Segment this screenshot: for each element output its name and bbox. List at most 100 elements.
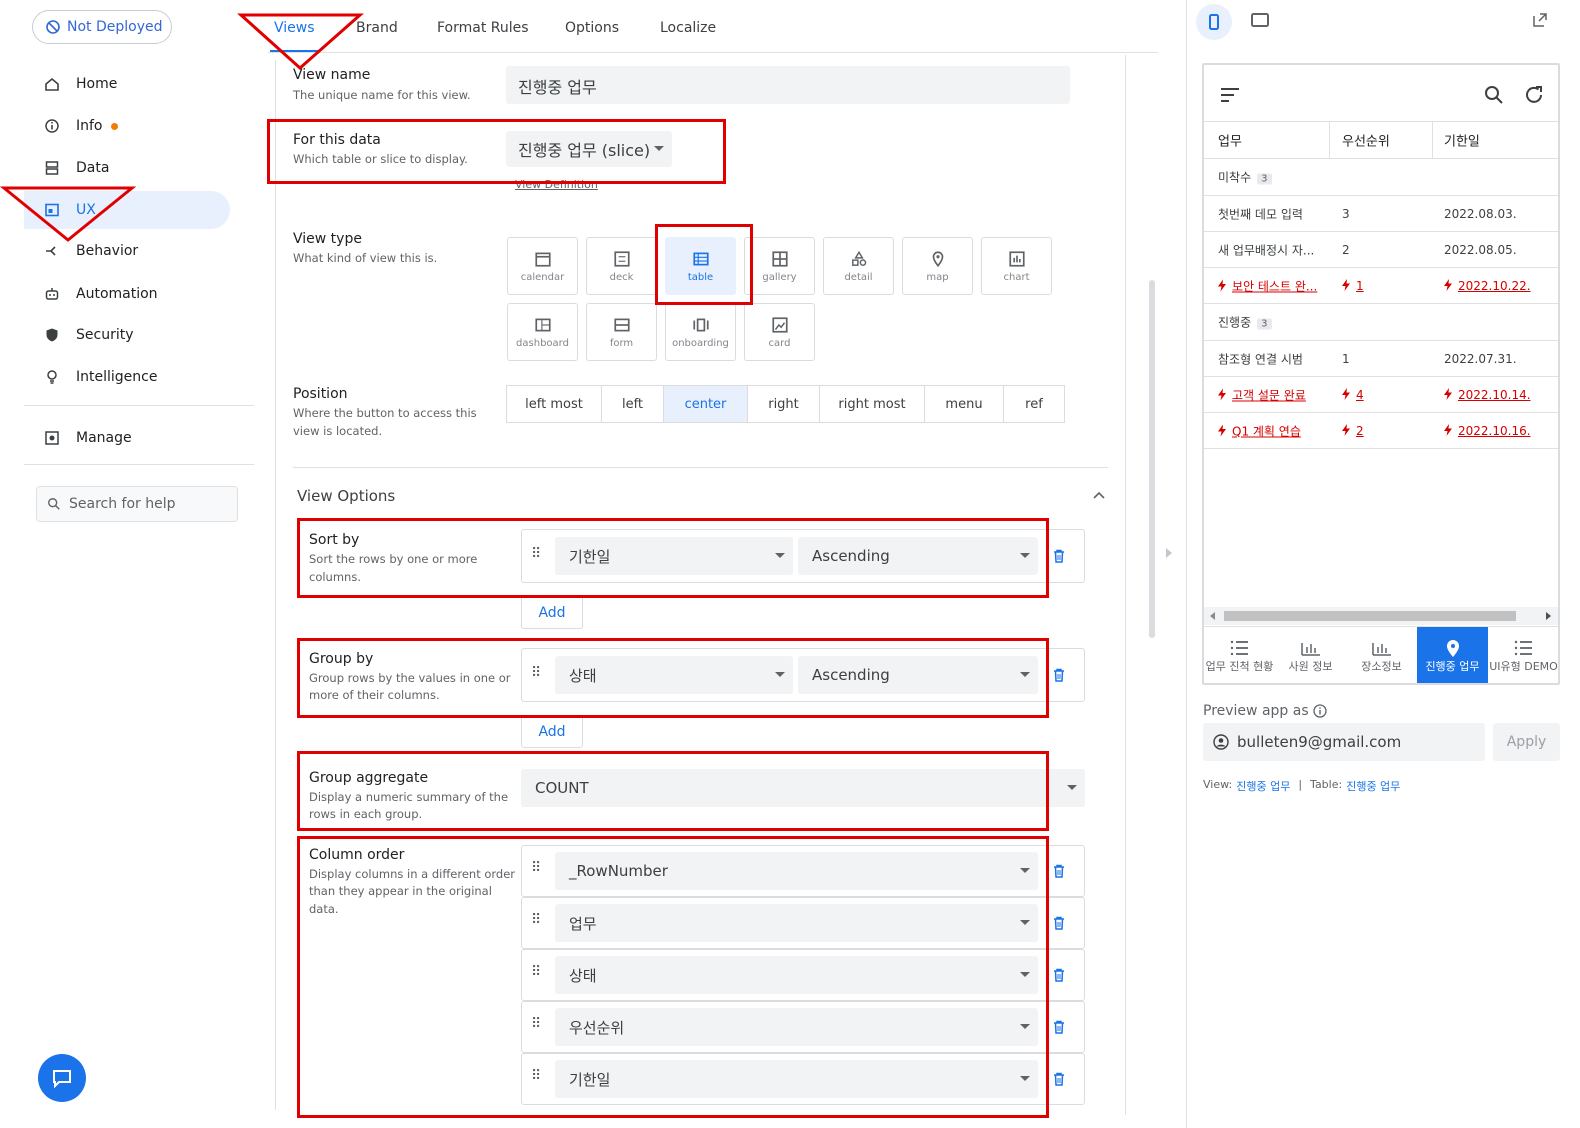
tablet-icon[interactable] bbox=[1251, 13, 1269, 27]
form-icon bbox=[613, 318, 630, 331]
apply-button[interactable]: Apply bbox=[1493, 723, 1560, 761]
column-header[interactable]: 기한일 bbox=[1444, 131, 1480, 150]
nav-item-behavior[interactable]: Behavior bbox=[24, 232, 230, 270]
table-row[interactable]: 첫번째 데모 입력 3 2022.08.03. bbox=[1204, 196, 1558, 232]
open-new-window-icon[interactable] bbox=[1532, 12, 1548, 28]
view-type-label: map bbox=[926, 271, 949, 283]
group-add-button[interactable]: Add bbox=[521, 716, 583, 748]
group-header-row[interactable]: 미착수 3 bbox=[1204, 159, 1558, 196]
position-center[interactable]: center bbox=[663, 385, 748, 423]
deploy-status-button[interactable]: Not Deployed bbox=[32, 10, 172, 44]
bottom-nav-item[interactable]: 장소정보 bbox=[1346, 627, 1417, 683]
view-type-chart[interactable]: chart bbox=[981, 237, 1052, 295]
scrollbar-thumb[interactable] bbox=[1224, 611, 1516, 621]
tab-brand[interactable]: Brand bbox=[356, 20, 398, 36]
view-type-gallery[interactable]: gallery bbox=[744, 237, 815, 295]
view-type-desc: What kind of view this is. bbox=[293, 251, 438, 265]
position-left[interactable]: left bbox=[601, 385, 664, 423]
delete-icon[interactable] bbox=[1051, 1019, 1067, 1035]
lightning-icon bbox=[1342, 423, 1350, 436]
table-row[interactable]: Q1 계획 연습 2 2022.10.16. bbox=[1204, 413, 1558, 449]
column-header[interactable]: 업무 bbox=[1218, 131, 1242, 150]
view-type-deck[interactable]: deck bbox=[586, 237, 657, 295]
table-cell-text: 2022.08.05. bbox=[1444, 242, 1517, 257]
nav-item-intelligence[interactable]: Intelligence bbox=[24, 358, 230, 396]
device-mobile-button[interactable] bbox=[1196, 4, 1232, 40]
main-scrollbar[interactable] bbox=[1149, 280, 1155, 638]
view-type-label: card bbox=[768, 337, 791, 349]
view-type-calendar[interactable]: calendar bbox=[507, 237, 578, 295]
sort-add-button[interactable]: Add bbox=[521, 597, 583, 629]
table-row[interactable]: 새 업무배정시 자... 2 2022.08.05. bbox=[1204, 232, 1558, 268]
refresh-icon[interactable] bbox=[1524, 85, 1544, 105]
view-type-form[interactable]: form bbox=[586, 303, 657, 361]
delete-icon[interactable] bbox=[1051, 667, 1067, 683]
bottom-nav-item[interactable]: 업무 진척 현황 bbox=[1204, 627, 1275, 683]
preview-email-input[interactable]: bulleten9@gmail.com bbox=[1203, 723, 1485, 761]
tab-format-rules[interactable]: Format Rules bbox=[437, 20, 529, 36]
lightning-icon bbox=[1218, 279, 1226, 291]
view-type-label: calendar bbox=[520, 271, 565, 283]
table-cell-task: Q1 계획 연습 bbox=[1218, 422, 1301, 439]
bottom-nav-label: 업무 진척 현황 bbox=[1205, 660, 1274, 673]
bottom-nav-item[interactable]: UI유형 DEMO bbox=[1488, 627, 1558, 683]
column-header[interactable]: 우선순위 bbox=[1342, 131, 1390, 150]
table-cell-priority: 3 bbox=[1342, 207, 1350, 221]
table-cell-text: 첫번째 데모 입력 bbox=[1218, 207, 1303, 221]
delete-icon[interactable] bbox=[1051, 967, 1067, 983]
chat-button[interactable] bbox=[38, 1054, 86, 1102]
bottom-nav-item[interactable]: 사원 정보 bbox=[1275, 627, 1346, 683]
delete-icon[interactable] bbox=[1051, 548, 1067, 564]
lightning-icon bbox=[1444, 387, 1452, 400]
view-type-label: dashboard bbox=[516, 337, 569, 349]
tab-options[interactable]: Options bbox=[565, 20, 619, 36]
view-name-input[interactable]: 진행중 업무 bbox=[506, 66, 1070, 104]
position-left-most[interactable]: left most bbox=[506, 385, 602, 423]
table-row[interactable]: 참조형 연결 시범 1 2022.07.31. bbox=[1204, 341, 1558, 377]
sort-menu-icon[interactable] bbox=[1220, 87, 1240, 103]
nav-item-home[interactable]: Home bbox=[24, 65, 230, 103]
group-header-row[interactable]: 진행중 3 bbox=[1204, 304, 1558, 341]
nav-divider bbox=[24, 405, 254, 406]
table-cell-priority: 1 bbox=[1342, 352, 1350, 366]
footer-view-link[interactable]: 진행중 업무 bbox=[1236, 778, 1290, 794]
position-right[interactable]: right bbox=[747, 385, 820, 423]
nav-item-manage[interactable]: Manage bbox=[24, 419, 230, 457]
table-row[interactable]: 보안 테스트 완... 1 2022.10.22. bbox=[1204, 268, 1558, 304]
lightning-icon bbox=[1444, 278, 1452, 291]
position-ref[interactable]: ref bbox=[1003, 385, 1065, 423]
view-type-card[interactable]: card bbox=[744, 303, 815, 361]
chevron-up-icon[interactable] bbox=[1093, 491, 1105, 499]
delete-icon[interactable] bbox=[1051, 863, 1067, 879]
nav-item-security[interactable]: Security bbox=[24, 316, 230, 354]
nav-item-info[interactable]: Info bbox=[24, 107, 230, 145]
nav-item-data[interactable]: Data bbox=[24, 149, 230, 187]
view-type-detail[interactable]: detail bbox=[823, 237, 894, 295]
help-search-input[interactable]: Search for help bbox=[36, 486, 238, 522]
tab-localize[interactable]: Localize bbox=[660, 20, 716, 36]
position-menu[interactable]: menu bbox=[924, 385, 1004, 423]
info-icon[interactable] bbox=[1312, 704, 1327, 718]
delete-icon[interactable] bbox=[1051, 1071, 1067, 1087]
view-type-map[interactable]: map bbox=[902, 237, 973, 295]
scroll-right-icon[interactable] bbox=[1546, 612, 1552, 620]
view-type-dashboard[interactable]: dashboard bbox=[507, 303, 578, 361]
nav-item-automation[interactable]: Automation bbox=[24, 275, 230, 313]
view-type-onboarding[interactable]: onboarding bbox=[665, 303, 736, 361]
home-icon bbox=[45, 77, 59, 91]
table-cell-priority: 2 bbox=[1342, 423, 1364, 438]
shield-icon bbox=[46, 328, 58, 342]
search-icon[interactable] bbox=[1484, 85, 1504, 105]
view-type-label: detail bbox=[844, 271, 873, 283]
footer-table-link[interactable]: 진행중 업무 bbox=[1346, 778, 1400, 794]
table-row[interactable]: 고객 설문 완료 4 2022.10.14. bbox=[1204, 377, 1558, 413]
delete-icon[interactable] bbox=[1051, 915, 1067, 931]
preview-horizontal-scrollbar[interactable] bbox=[1204, 607, 1558, 625]
expand-preview-icon[interactable] bbox=[1165, 547, 1173, 559]
nav-item-ux[interactable]: UX bbox=[24, 191, 230, 229]
bottom-nav-item[interactable]: 진행중 업무 bbox=[1417, 627, 1488, 683]
table-cell-due: 2022.08.03. bbox=[1444, 207, 1517, 221]
tab-views[interactable]: Views bbox=[274, 20, 315, 36]
scroll-left-icon[interactable] bbox=[1210, 612, 1216, 620]
position-right-most[interactable]: right most bbox=[819, 385, 925, 423]
